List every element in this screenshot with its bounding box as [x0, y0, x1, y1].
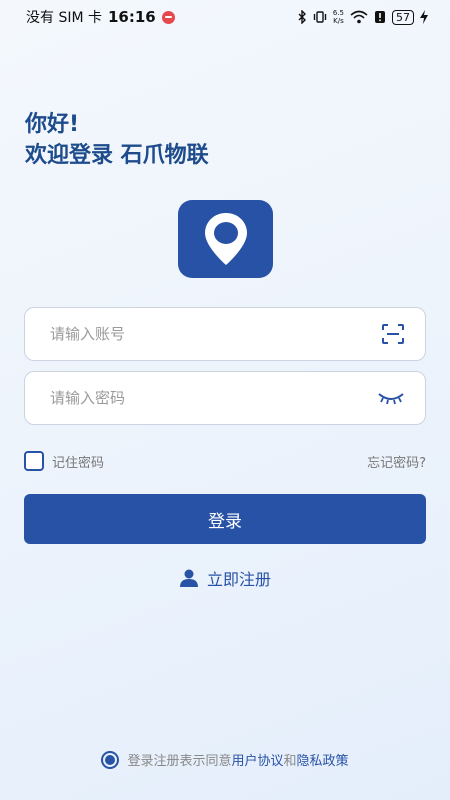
- password-field[interactable]: [24, 371, 426, 425]
- vibrate-icon: [313, 11, 327, 23]
- forgot-password-link[interactable]: 忘记密码?: [367, 452, 426, 471]
- alert-icon: [375, 11, 385, 23]
- app-logo: [178, 200, 273, 278]
- agreement-and: 和: [283, 754, 297, 769]
- account-field[interactable]: [24, 307, 426, 361]
- register-link[interactable]: 立即注册: [0, 566, 450, 590]
- battery-icon: 57: [392, 9, 414, 25]
- status-left: 没有 SIM 卡 16:16: [26, 7, 175, 27]
- status-bar: 没有 SIM 卡 16:16 6.5 K/s 57: [0, 0, 450, 34]
- carrier-text: 没有 SIM 卡: [26, 10, 102, 26]
- remember-label: 记住密码: [52, 455, 105, 471]
- bluetooth-icon: [298, 10, 306, 24]
- location-pin-icon: [204, 213, 247, 265]
- greeting: 你好! 欢迎登录 石爪物联: [25, 110, 209, 172]
- eye-closed-icon[interactable]: [377, 390, 405, 406]
- register-label: 立即注册: [206, 570, 271, 589]
- agreement-radio[interactable]: [101, 750, 120, 769]
- net-speed-unit: K/s: [333, 17, 344, 25]
- remember-row: 记住密码 忘记密码?: [24, 450, 426, 472]
- agreement-prefix: 登录注册表示同意: [127, 754, 232, 769]
- wifi-icon: [350, 10, 368, 24]
- privacy-policy-link[interactable]: 隐私政策: [297, 750, 349, 769]
- agreement: 登录注册表示同意 用户协议 和 隐私政策: [0, 750, 450, 769]
- scan-icon[interactable]: [381, 323, 405, 345]
- account-input[interactable]: [50, 325, 350, 343]
- greeting-welcome: 欢迎登录 石爪物联: [25, 143, 209, 168]
- notification-icon: [161, 10, 175, 24]
- status-right: 6.5 K/s 57: [297, 9, 428, 25]
- remember-checkbox[interactable]: [24, 451, 44, 471]
- login-button[interactable]: 登录: [24, 494, 426, 544]
- user-icon: [179, 569, 198, 587]
- password-input[interactable]: [50, 389, 350, 407]
- greeting-hello: 你好!: [25, 112, 80, 137]
- charging-icon: [420, 10, 428, 24]
- net-speed: 6.5 K/s: [333, 9, 344, 25]
- net-speed-value: 6.5: [332, 9, 344, 17]
- user-agreement-link[interactable]: 用户协议: [231, 750, 283, 769]
- clock: 16:16: [108, 8, 156, 26]
- remember-password[interactable]: 记住密码: [24, 451, 104, 471]
